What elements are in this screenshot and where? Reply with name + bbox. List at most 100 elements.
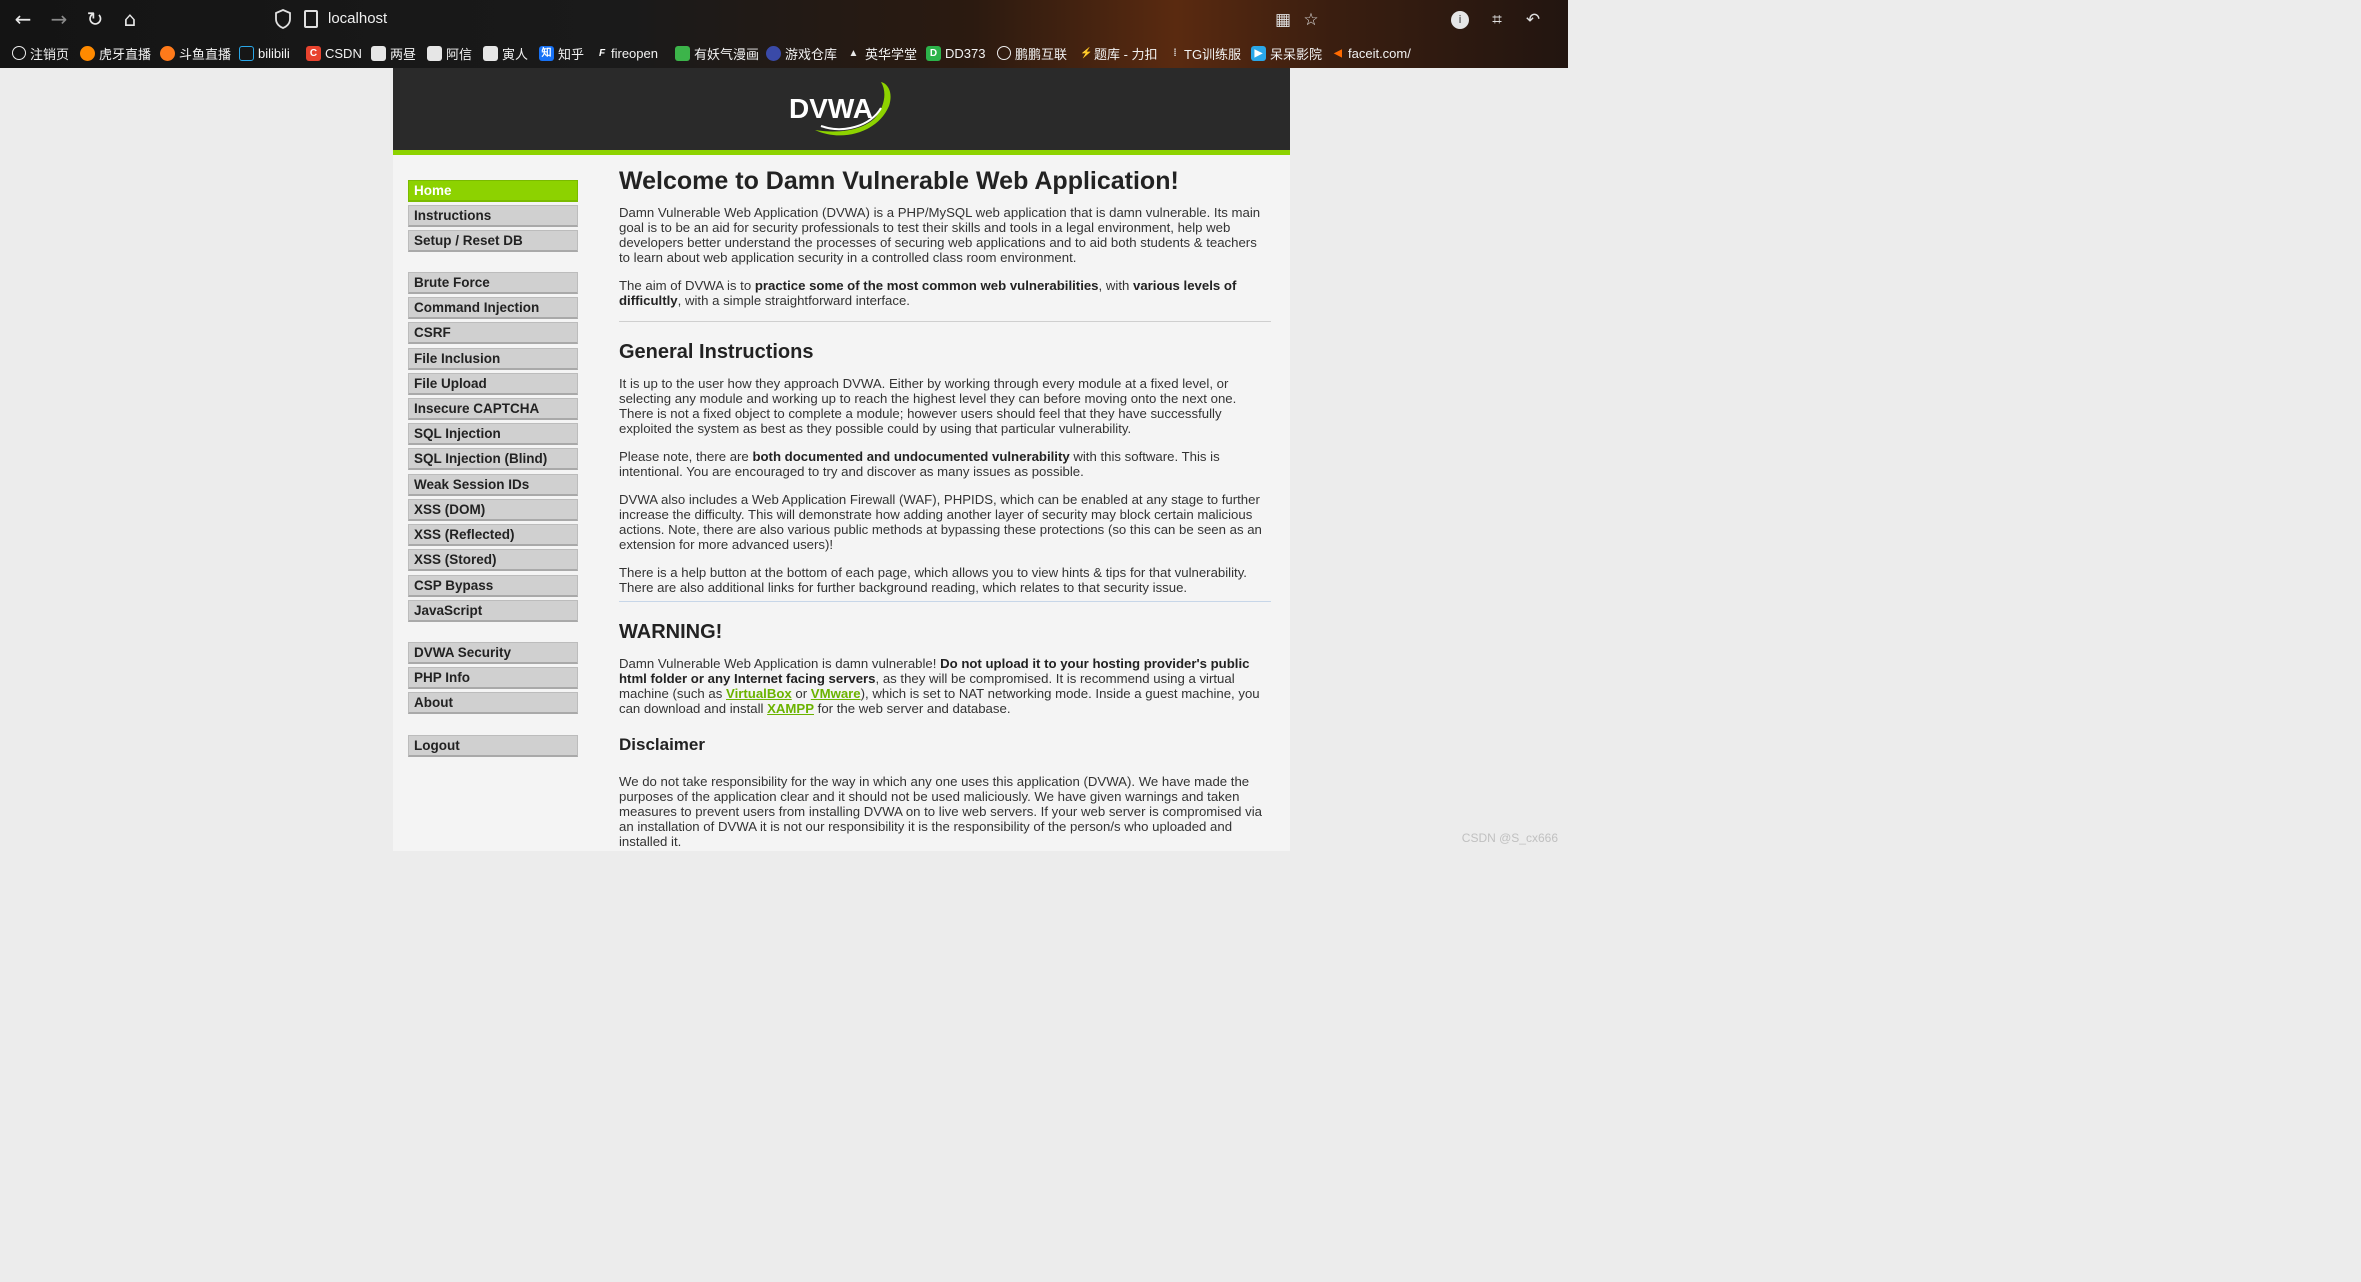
bookmark-item[interactable]: ▲ 英华学堂 (846, 44, 917, 62)
url-text[interactable]: localhost (328, 10, 387, 27)
menu-about[interactable]: About (408, 692, 578, 714)
forward-icon[interactable]: → (47, 7, 71, 31)
zhihu-icon: 知 (539, 45, 554, 61)
warning-text: for the web server and database. (814, 701, 1011, 716)
svg-text:DVWA: DVWA (789, 93, 873, 124)
menu-xss-stored[interactable]: XSS (Stored) (408, 549, 578, 571)
menu-sql-injection-blind[interactable]: SQL Injection (Blind) (408, 448, 578, 470)
page-header: DVWA (393, 68, 1290, 150)
menu-dvwa-security[interactable]: DVWA Security (408, 642, 578, 664)
bookmark-item[interactable]: ⚡ 题库 - 力扣 (1080, 44, 1158, 62)
header-accent-bar (393, 150, 1290, 155)
info-icon[interactable]: i (1451, 11, 1469, 29)
bookmark-item[interactable]: ▶ 呆呆影院 (1251, 44, 1322, 62)
bookmark-item[interactable]: 寅人 (483, 44, 528, 62)
menu-file-upload[interactable]: File Upload (408, 373, 578, 395)
bookmark-item[interactable]: ⁞ TG训练服 (1170, 44, 1241, 62)
aim-bold-text: practice some of the most common web vul… (754, 278, 1099, 293)
dvwa-logo: DVWA (789, 82, 891, 136)
bookmark-label: 有妖气漫画 (694, 46, 760, 62)
waf-paragraph: DVWA also includes a Web Application Fir… (619, 492, 1262, 552)
menu-sql-injection[interactable]: SQL Injection (408, 423, 578, 445)
bookmark-item[interactable]: bilibili (239, 44, 290, 62)
shield-icon (275, 9, 291, 29)
bookmark-item[interactable]: 阿信 (427, 44, 472, 62)
browser-toolbar: ← → ↻ ⌂ localhost ▦ ☆ i ⌗ ↶ (0, 0, 1568, 38)
home-icon[interactable]: ⌂ (118, 7, 142, 31)
globe-icon (12, 46, 26, 60)
menu-command-injection[interactable]: Command Injection (408, 297, 578, 319)
xampp-link[interactable]: XAMPP (767, 701, 814, 716)
bilibili-icon (239, 45, 254, 61)
menu-logout[interactable]: Logout (408, 735, 578, 757)
comic-icon (675, 45, 690, 61)
menu-weak-session-ids[interactable]: Weak Session IDs (408, 474, 578, 496)
divider (619, 601, 1271, 602)
bookmark-label: 知乎 (558, 46, 585, 62)
csdn-icon: C (306, 45, 321, 61)
bookmark-item[interactable]: 注销页 (12, 44, 69, 62)
aim-text: The aim of DVWA is to (619, 278, 755, 293)
bookmark-item[interactable]: Ffireopen (597, 44, 658, 62)
menu-csrf[interactable]: CSRF (408, 322, 578, 344)
bookmark-label: TG训练服 (1184, 46, 1242, 62)
warning-paragraph: Damn Vulnerable Web Application is damn … (619, 656, 1271, 716)
menu-php-info[interactable]: PHP Info (408, 667, 578, 689)
bookmark-label: 游戏仓库 (785, 46, 838, 62)
bookmark-item[interactable]: D DD373 (926, 44, 985, 62)
huya-icon (80, 45, 95, 61)
warning-heading: WARNING! (619, 621, 723, 643)
bookmark-item[interactable]: 知知乎 (539, 44, 584, 62)
bookmark-item[interactable]: 两昼 (371, 44, 416, 62)
school-icon: ▲ (848, 47, 859, 59)
menu-file-inclusion[interactable]: File Inclusion (408, 348, 578, 370)
page-icon (371, 45, 386, 61)
divider (619, 321, 1271, 322)
disclaimer-paragraph: We do not take responsibility for the wa… (619, 774, 1263, 849)
bookmark-item[interactable]: ◀ faceit.com/ (1332, 44, 1411, 62)
bookmark-item[interactable]: 虎牙直播 (80, 44, 151, 62)
warning-text: or (791, 686, 811, 701)
menu-javascript[interactable]: JavaScript (408, 600, 578, 622)
leetcode-icon: ⚡ (1080, 47, 1093, 59)
undo-icon[interactable]: ↶ (1522, 9, 1544, 31)
virtualbox-link[interactable]: VirtualBox (726, 686, 792, 701)
browser-chrome: ← → ↻ ⌂ localhost ▦ ☆ i ⌗ ↶ 注销页 虎牙直播 斗鱼直… (0, 0, 1568, 68)
star-icon[interactable]: ☆ (1300, 9, 1322, 31)
bookmark-label: faceit.com/ (1348, 45, 1411, 61)
dvwa-page: DVWA Home Instructions Setup / Reset DB … (393, 68, 1290, 851)
bookmark-item[interactable]: 斗鱼直播 (160, 44, 231, 62)
bookmark-label: 两昼 (390, 46, 417, 62)
address-bar[interactable]: localhost (268, 6, 968, 32)
note-bold-text: both documented and undocumented vulnera… (752, 449, 1070, 464)
douyu-icon (160, 45, 175, 61)
reload-icon[interactable]: ↻ (83, 7, 107, 31)
watermark: CSDN @S_cx666 (1461, 831, 1558, 845)
menu-insecure-captcha[interactable]: Insecure CAPTCHA (408, 398, 578, 420)
back-icon[interactable]: ← (11, 7, 35, 31)
menu-csp-bypass[interactable]: CSP Bypass (408, 575, 578, 597)
vmware-link[interactable]: VMware (811, 686, 861, 701)
bookmark-item[interactable]: 鹏鹏互联 (997, 44, 1067, 62)
help-paragraph: There is a help button at the bottom of … (619, 565, 1247, 595)
bookmark-item[interactable]: 游戏仓库 (766, 44, 837, 62)
page-icon (304, 10, 318, 28)
bookmark-item[interactable]: 有妖气漫画 (675, 44, 759, 62)
aim-text: , with a simple straightforward interfac… (677, 293, 910, 308)
bookmark-item[interactable]: C CSDN (306, 44, 362, 62)
menu-home[interactable]: Home (408, 180, 578, 202)
qr-code-icon[interactable]: ▦ (1272, 9, 1294, 31)
crop-icon[interactable]: ⌗ (1486, 9, 1508, 31)
menu-setup[interactable]: Setup / Reset DB (408, 230, 578, 252)
menu-instructions[interactable]: Instructions (408, 205, 578, 227)
menu-xss-reflected[interactable]: XSS (Reflected) (408, 524, 578, 546)
bookmark-label: 鹏鹏互联 (1015, 46, 1068, 62)
menu-brute-force[interactable]: Brute Force (408, 272, 578, 294)
bookmark-label: bilibili (258, 45, 290, 61)
general-paragraph: It is up to the user how they approach D… (619, 376, 1237, 436)
bookmark-label: 阿信 (446, 46, 473, 62)
bookmark-label: 题库 - 力扣 (1094, 46, 1158, 62)
bookmark-label: fireopen (611, 45, 658, 61)
menu-xss-dom[interactable]: XSS (DOM) (408, 499, 578, 521)
fireopen-icon: F (598, 47, 606, 59)
